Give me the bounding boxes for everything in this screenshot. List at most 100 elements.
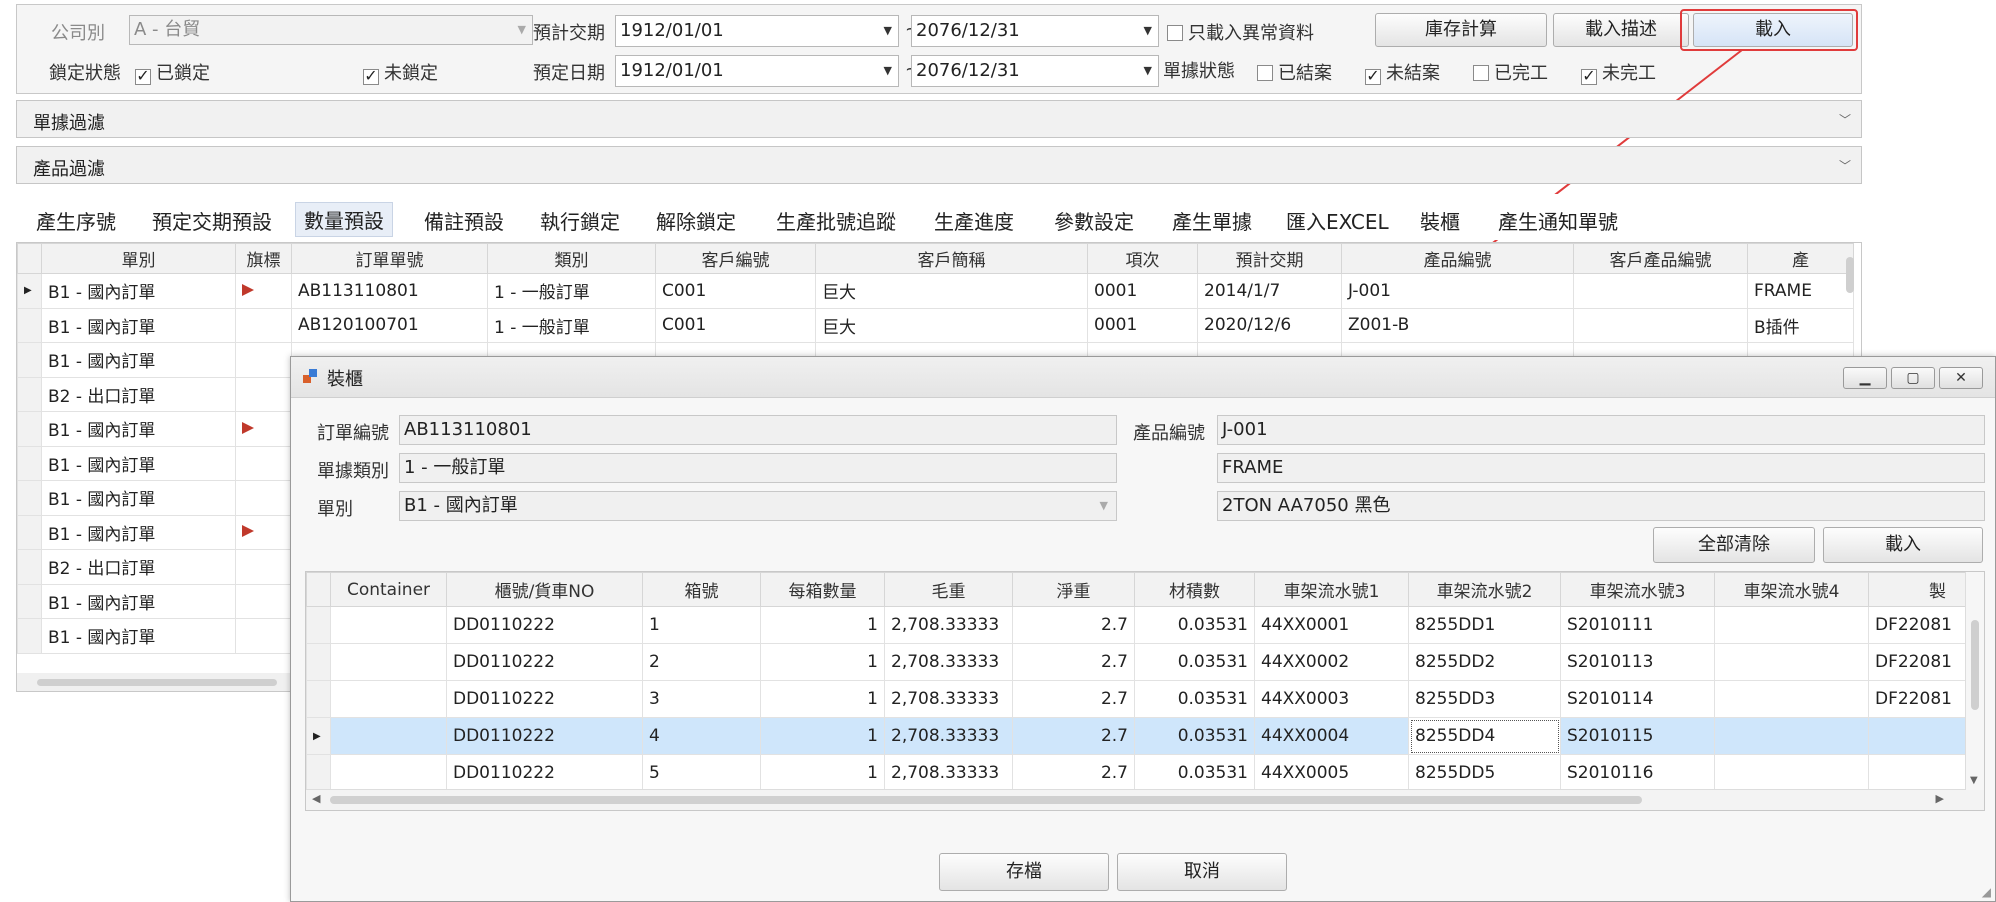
table-cell[interactable]: 巨大 (815, 307, 1088, 343)
column-header[interactable]: 車架流水號2 (1408, 572, 1561, 607)
table-cell[interactable]: 1 (760, 754, 885, 792)
table-cell[interactable] (1714, 717, 1869, 755)
table-cell[interactable]: S2010115 (1560, 717, 1715, 755)
flag-cell[interactable] (235, 376, 292, 412)
table-cell[interactable]: S2010111 (1560, 606, 1715, 644)
table-cell[interactable]: 巨大 (815, 273, 1088, 309)
column-header[interactable]: Container (330, 572, 447, 607)
column-header[interactable]: 車架流水號3 (1560, 572, 1715, 607)
doc-filter-section[interactable]: 單據過濾 ﹀ (16, 100, 1862, 138)
flag-cell[interactable] (235, 583, 292, 619)
column-header[interactable]: 櫃號/貨車NO (446, 572, 643, 607)
dialog-title-bar[interactable]: 裝櫃 ▁ ▢ ✕ (291, 357, 1995, 398)
flag-cell[interactable] (235, 273, 292, 309)
column-header[interactable]: 客戶簡稱 (815, 243, 1088, 274)
product-filter-section[interactable]: 產品過濾 ﹀ (16, 146, 1862, 184)
table-cell[interactable] (1714, 680, 1869, 718)
table-cell[interactable]: 8255DD2 (1408, 643, 1561, 681)
table-cell[interactable]: 8255DD4 (1408, 717, 1561, 755)
table-cell[interactable]: S2010114 (1560, 680, 1715, 718)
table-cell[interactable]: B2 - 出口訂單 (41, 549, 236, 585)
dialog-load-button[interactable]: 載入 (1823, 527, 1983, 563)
table-cell[interactable]: 0.03531 (1134, 717, 1255, 755)
vertical-scrollbar[interactable] (1843, 243, 1857, 303)
order-no-field[interactable]: AB113110801 (399, 415, 1117, 445)
table-cell[interactable]: B1 - 國內訂單 (41, 411, 236, 447)
table-row[interactable]: ▶ DD0110222 4 1 2,708.33333 2.7 0.03531 44XX000… (306, 717, 1984, 755)
toolbar-item[interactable]: 解除鎖定 (656, 206, 736, 235)
table-cell[interactable]: 0001 (1087, 273, 1198, 309)
table-cell[interactable]: 2014/1/7 (1197, 273, 1342, 309)
table-cell[interactable]: AB120100701 (291, 307, 488, 343)
table-cell[interactable] (330, 680, 447, 718)
table-cell[interactable]: 1 - 一般訂單 (487, 273, 656, 309)
table-cell[interactable]: B1 - 國內訂單 (41, 618, 236, 654)
maximize-button[interactable]: ▢ (1891, 367, 1935, 389)
flag-cell[interactable] (235, 411, 292, 447)
table-cell[interactable]: 1 (760, 717, 885, 755)
product-no-field[interactable]: J-001 (1217, 415, 1985, 445)
table-cell[interactable]: J-001 (1341, 273, 1574, 309)
table-cell[interactable]: 44XX0003 (1254, 680, 1409, 718)
toolbar-item[interactable]: 產生單據 (1172, 206, 1252, 235)
resize-grip-icon[interactable]: ◢ (1982, 885, 1991, 899)
table-cell[interactable]: DD0110222 (446, 606, 643, 644)
table-cell[interactable]: Z001-B (1341, 307, 1574, 343)
table-cell[interactable] (330, 717, 447, 755)
column-header[interactable]: 產 (1747, 243, 1854, 274)
table-cell[interactable]: B1 - 國內訂單 (41, 514, 236, 550)
table-cell[interactable]: 0001 (1087, 307, 1198, 343)
table-row[interactable]: DD0110222 3 1 2,708.33333 2.7 0.03531 44XX0003… (306, 680, 1984, 718)
horizontal-scrollbar[interactable]: ◀ ▶ (306, 789, 1984, 810)
column-header[interactable]: 毛重 (884, 572, 1013, 607)
table-cell[interactable]: B1 - 國內訂單 (41, 445, 236, 481)
table-cell[interactable]: C001 (655, 307, 816, 343)
table-cell[interactable]: 5 (642, 754, 761, 792)
table-cell[interactable]: 0.03531 (1134, 643, 1255, 681)
table-cell[interactable]: B1 - 國內訂單 (41, 307, 236, 343)
flag-cell[interactable] (235, 549, 292, 585)
column-header[interactable]: 產品編號 (1341, 243, 1574, 274)
column-header[interactable]: 預計交期 (1197, 243, 1342, 274)
table-cell[interactable]: 1 (760, 680, 885, 718)
table-cell[interactable]: 3 (642, 680, 761, 718)
table-cell[interactable]: 2020/12/6 (1197, 307, 1342, 343)
vertical-scrollbar[interactable]: ▼ (1965, 572, 1984, 790)
table-row[interactable]: DD0110222 2 1 2,708.33333 2.7 0.03531 44XX0002… (306, 643, 1984, 681)
toolbar-item[interactable]: 預定交期預設 (152, 206, 272, 235)
flag-cell[interactable] (235, 307, 292, 343)
flag-cell[interactable] (235, 480, 292, 516)
doc-type-field[interactable]: 1 - 一般訂單 (399, 453, 1117, 483)
column-header[interactable]: 車架流水號1 (1254, 572, 1409, 607)
product-name-field[interactable]: FRAME (1217, 453, 1985, 483)
product-spec-field[interactable]: 2TON AA7050 黑色 (1217, 491, 1985, 521)
save-button[interactable]: 存檔 (939, 853, 1109, 891)
table-cell[interactable]: 1 (760, 606, 885, 644)
column-header[interactable]: 客戶產品編號 (1573, 243, 1748, 274)
table-cell[interactable]: DD0110222 (446, 717, 643, 755)
flag-cell[interactable] (235, 342, 292, 378)
column-header[interactable]: 箱號 (642, 572, 761, 607)
table-cell[interactable]: DD0110222 (446, 643, 643, 681)
column-header[interactable]: 項次 (1087, 243, 1198, 274)
table-cell[interactable]: 0.03531 (1134, 680, 1255, 718)
table-cell[interactable]: 8255DD3 (1408, 680, 1561, 718)
table-cell[interactable] (1714, 643, 1869, 681)
table-row[interactable]: ▶ B1 - 國內訂單 AB113110801 1 - 一般訂單 C001 巨大 0001 2… (17, 273, 1854, 309)
table-cell[interactable]: B1 - 國內訂單 (41, 480, 236, 516)
table-cell[interactable]: B插件 (1747, 307, 1854, 343)
table-cell[interactable]: 4 (642, 717, 761, 755)
cancel-button[interactable]: 取消 (1117, 853, 1287, 891)
minimize-button[interactable]: ▁ (1843, 367, 1887, 389)
table-cell[interactable]: 2.7 (1012, 643, 1135, 681)
table-cell[interactable]: 1 (760, 643, 885, 681)
table-cell[interactable]: B1 - 國內訂單 (41, 342, 236, 378)
table-cell[interactable]: 44XX0001 (1254, 606, 1409, 644)
toolbar-item[interactable]: 生產批號追蹤 (776, 206, 896, 235)
toolbar-item[interactable]: 數量預設 (295, 202, 393, 237)
table-cell[interactable]: 2,708.33333 (884, 606, 1013, 644)
table-cell[interactable]: 2,708.33333 (884, 717, 1013, 755)
table-cell[interactable] (330, 606, 447, 644)
table-cell[interactable]: 2.7 (1012, 754, 1135, 792)
toolbar-item[interactable]: 生產進度 (934, 206, 1014, 235)
